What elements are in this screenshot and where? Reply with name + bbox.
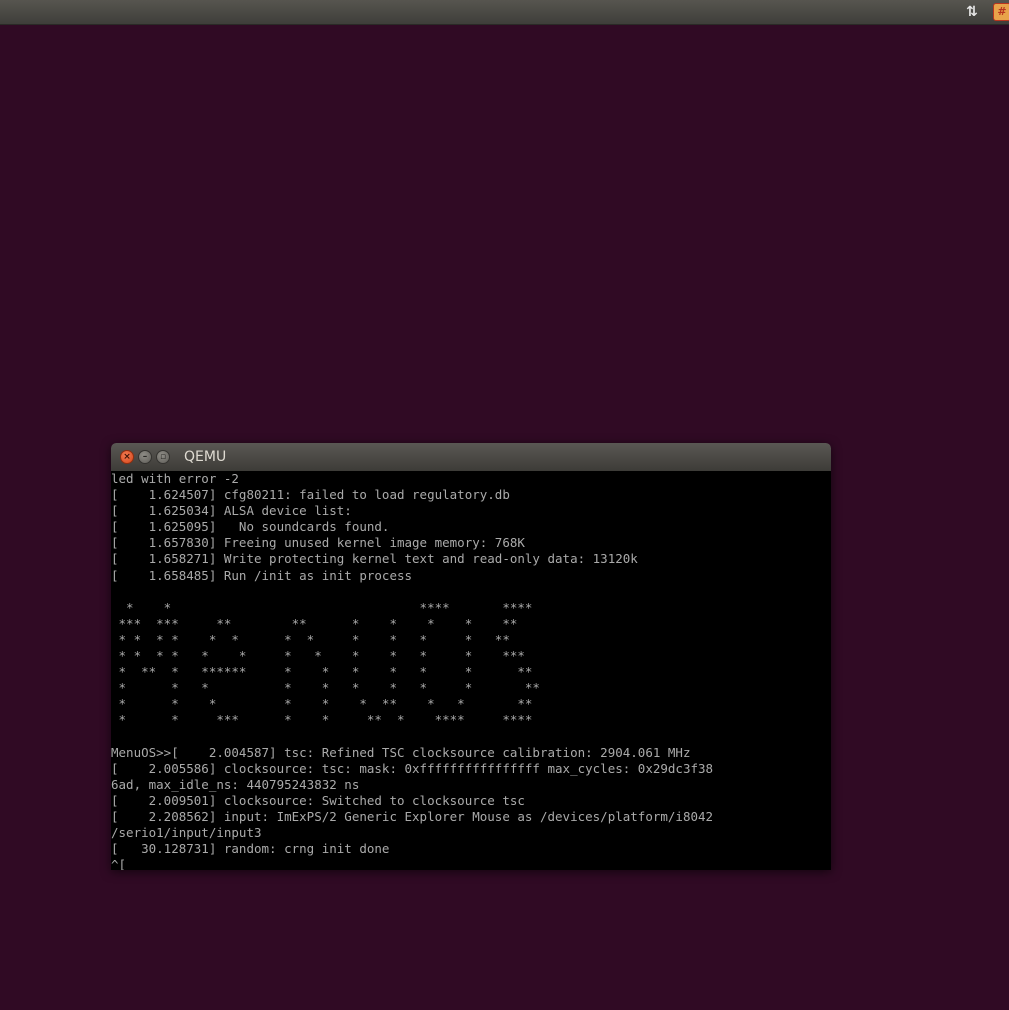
minimize-button[interactable]: –	[138, 450, 152, 464]
window-title: QEMU	[184, 449, 227, 465]
console-screen[interactable]: led with error -2[ 1.624507] cfg80211: f…	[111, 471, 831, 870]
console-line: MenuOS>>[ 2.004587] tsc: Refined TSC clo…	[111, 744, 691, 760]
console-line: * * **** ****	[111, 599, 533, 615]
console-line: [ 2.009501] clocksource: Switched to clo…	[111, 792, 525, 808]
close-button[interactable]: ×	[120, 450, 134, 464]
console-line: 6ad, max_idle_ns: 440795243832 ns	[111, 776, 360, 792]
app-indicator-icon[interactable]: #	[993, 3, 1009, 21]
console-line: [ 2.005586] clocksource: tsc: mask: 0xff…	[111, 760, 714, 776]
console-line: * * * * * * * * * * * * **	[111, 631, 510, 647]
console-line: [ 2.208562] input: ImExPS/2 Generic Expl…	[111, 808, 714, 824]
console-line: [ 1.625095] No soundcards found.	[111, 519, 390, 535]
console-line: * * * * * * * * * * * * ***	[111, 648, 525, 664]
console-line: * * * * * * ** * * **	[111, 696, 533, 712]
console-line: led with error -2	[111, 471, 239, 486]
console-line: *** *** ** ** * * * * **	[111, 615, 518, 631]
console-line: ^[_	[111, 857, 134, 870]
console-line: * * * * * * * * * **	[111, 680, 540, 696]
console-lines: led with error -2[ 1.624507] cfg80211: f…	[111, 471, 713, 870]
console-line: [ 1.658271] Write protecting kernel text…	[111, 551, 638, 567]
console-line: /serio1/input/input3	[111, 825, 262, 841]
console-line: * * *** * * ** * **** ****	[111, 712, 533, 728]
console-line: [ 1.658485] Run /init as init process	[111, 567, 413, 583]
console-output: led with error -2[ 1.624507] cfg80211: f…	[111, 471, 713, 870]
console-line: * ** * ****** * * * * * * **	[111, 664, 533, 680]
console-line: [ 1.625034] ALSA device list:	[111, 503, 352, 519]
top-panel: ⇅ #	[0, 0, 1009, 25]
console-line: [ 1.624507] cfg80211: failed to load reg…	[111, 487, 510, 503]
maximize-button[interactable]: ▫	[156, 450, 170, 464]
console-line: [ 1.657830] Freeing unused kernel image …	[111, 535, 525, 551]
qemu-window: × – ▫ QEMU led with error -2[ 1.624507] …	[111, 443, 831, 870]
app-indicator-glyph: #	[993, 3, 1009, 21]
transfer-arrows-icon[interactable]: ⇅	[962, 3, 982, 21]
console-line: [ 30.128731] random: crng init done	[111, 841, 390, 857]
window-titlebar[interactable]: × – ▫ QEMU	[111, 443, 831, 471]
